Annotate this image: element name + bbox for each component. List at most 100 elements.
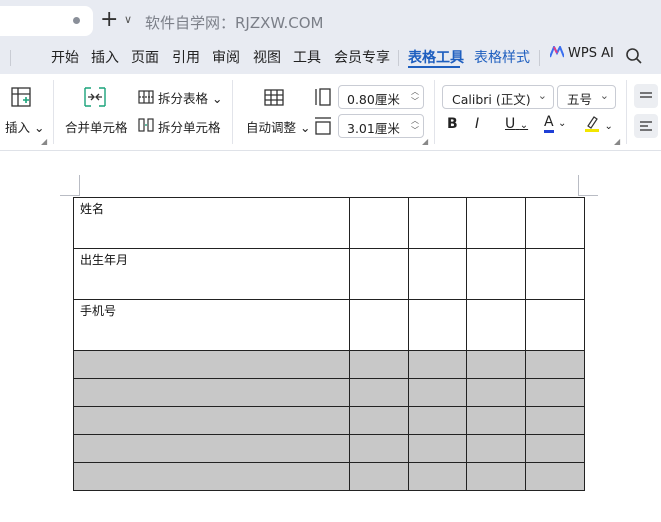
- insert-dropdown-button[interactable]: 插入 ⌄: [5, 117, 44, 136]
- table-cell[interactable]: [348, 299, 409, 351]
- cell-width-stepper[interactable]: 0.80厘米 ︿ ﹀: [338, 85, 424, 109]
- table-cell[interactable]: [348, 248, 409, 300]
- row-height-icon: [315, 117, 331, 135]
- font-size-select[interactable]: 五号 ⌄: [557, 85, 616, 109]
- highlighter-icon: [585, 116, 599, 132]
- table-cell-shaded[interactable]: [525, 378, 585, 407]
- table-cell-shaded[interactable]: [525, 462, 585, 491]
- document-table[interactable]: 姓名 出生年月 手机号: [73, 197, 585, 491]
- table-cell-shaded[interactable]: [73, 434, 350, 463]
- split-table-icon[interactable]: [138, 90, 154, 104]
- table-cell[interactable]: [407, 299, 468, 351]
- table-cell[interactable]: [407, 197, 468, 249]
- menu-insert[interactable]: 插入: [91, 47, 119, 67]
- unsaved-dot-icon: [73, 17, 80, 24]
- bold-button[interactable]: B: [447, 116, 458, 132]
- table-cell-shaded[interactable]: [73, 350, 350, 379]
- underline-button[interactable]: U ⌄: [505, 116, 528, 132]
- table-label-cell[interactable]: 出生年月: [73, 248, 350, 300]
- italic-button[interactable]: I: [475, 116, 479, 132]
- menu-page[interactable]: 页面: [131, 47, 159, 67]
- table-cell[interactable]: [525, 248, 585, 300]
- ribbon-divider: [626, 80, 627, 144]
- table-cell[interactable]: [525, 299, 585, 351]
- table-cell-shaded[interactable]: [466, 378, 527, 407]
- font-name-select[interactable]: Calibri (正文) ⌄: [442, 85, 554, 109]
- table-row-shaded: [73, 378, 585, 407]
- menu-table-style[interactable]: 表格样式: [474, 47, 530, 67]
- autofit-icon[interactable]: [263, 87, 285, 107]
- merge-cells-button[interactable]: 合并单元格: [65, 117, 128, 136]
- split-cells-icon[interactable]: [138, 118, 154, 132]
- table-row-shaded: [73, 462, 585, 491]
- font-color-icon: A: [544, 115, 554, 133]
- split-cells-button[interactable]: 拆分单元格: [158, 117, 221, 136]
- table-cell[interactable]: [525, 197, 585, 249]
- table-cell-shaded[interactable]: [407, 406, 468, 435]
- menu-table-tools[interactable]: 表格工具: [408, 47, 464, 67]
- merge-cells-icon[interactable]: [83, 86, 107, 108]
- autofit-dropdown-button[interactable]: 自动调整 ⌄: [246, 117, 310, 136]
- table-cell[interactable]: [466, 197, 527, 249]
- table-cell-shaded[interactable]: [466, 462, 527, 491]
- highlight-button[interactable]: ⌄: [584, 114, 613, 133]
- table-cell-shaded[interactable]: [73, 462, 350, 491]
- menu-divider: [539, 50, 540, 66]
- split-table-label: 拆分表格: [158, 91, 209, 106]
- search-icon[interactable]: [625, 47, 643, 65]
- table-cell-shaded[interactable]: [407, 378, 468, 407]
- cell-height-stepper[interactable]: 3.01厘米 ︿ ﹀: [338, 114, 424, 138]
- group-launcher-icon[interactable]: ◢: [614, 137, 620, 146]
- table-cell-shaded[interactable]: [525, 434, 585, 463]
- menu-home[interactable]: 开始: [51, 47, 79, 67]
- menu-divider: [398, 50, 399, 66]
- menu-references[interactable]: 引用: [172, 47, 200, 67]
- menu-member[interactable]: 会员专享: [334, 47, 390, 67]
- new-tab-button[interactable]: +: [100, 9, 122, 33]
- ribbon-divider: [53, 80, 54, 144]
- table-cell-shaded[interactable]: [348, 378, 409, 407]
- align-top-button[interactable]: [634, 84, 658, 108]
- table-row: 出生年月: [73, 248, 585, 300]
- table-cell-shaded[interactable]: [348, 462, 409, 491]
- table-cell[interactable]: [407, 248, 468, 300]
- table-cell-shaded[interactable]: [73, 378, 350, 407]
- split-table-button[interactable]: 拆分表格 ⌄: [158, 88, 222, 107]
- table-cell-shaded[interactable]: [466, 434, 527, 463]
- table-cell-shaded[interactable]: [348, 350, 409, 379]
- table-cell[interactable]: [466, 248, 527, 300]
- menu-tools[interactable]: 工具: [293, 47, 321, 67]
- group-launcher-icon[interactable]: ◢: [422, 137, 428, 146]
- menu-divider: [10, 50, 11, 66]
- table-cell-shaded[interactable]: [466, 350, 527, 379]
- menu-review[interactable]: 审阅: [212, 47, 240, 67]
- table-label-cell[interactable]: 姓名: [73, 197, 350, 249]
- table-cell-shaded[interactable]: [73, 406, 350, 435]
- column-width-icon: [315, 88, 331, 106]
- table-row-shaded: [73, 350, 585, 379]
- table-label-cell[interactable]: 手机号: [73, 299, 350, 351]
- table-cell-shaded[interactable]: [348, 434, 409, 463]
- menu-view[interactable]: 视图: [253, 47, 281, 67]
- table-insert-icon[interactable]: [10, 86, 32, 108]
- table-cell-shaded[interactable]: [407, 462, 468, 491]
- table-cell-shaded[interactable]: [407, 434, 468, 463]
- stepper-arrows-icon[interactable]: ︿ ﹀: [411, 116, 419, 136]
- tab-list-chevron-icon[interactable]: ∨: [124, 13, 132, 26]
- table-cell-shaded[interactable]: [525, 350, 585, 379]
- wps-ai-button[interactable]: WPS AI: [550, 46, 614, 61]
- table-cell-shaded[interactable]: [348, 406, 409, 435]
- table-cell-shaded[interactable]: [525, 406, 585, 435]
- paragraph-align-button[interactable]: [634, 114, 658, 138]
- ribbon-divider: [434, 80, 435, 144]
- table-cell[interactable]: [348, 197, 409, 249]
- table-row: 姓名: [73, 197, 585, 249]
- stepper-arrows-icon[interactable]: ︿ ﹀: [411, 87, 419, 107]
- table-cell[interactable]: [466, 299, 527, 351]
- ribbon-toolbar: 插入 ⌄ ◢ 合并单元格 拆分表格 ⌄ 拆分单元格 自动调整 ⌄ 0.80厘米 …: [0, 74, 661, 151]
- table-cell-shaded[interactable]: [407, 350, 468, 379]
- font-size-value: 五号: [567, 92, 593, 107]
- table-cell-shaded[interactable]: [466, 406, 527, 435]
- group-launcher-icon[interactable]: ◢: [41, 137, 47, 146]
- font-color-button[interactable]: A ⌄: [544, 114, 566, 133]
